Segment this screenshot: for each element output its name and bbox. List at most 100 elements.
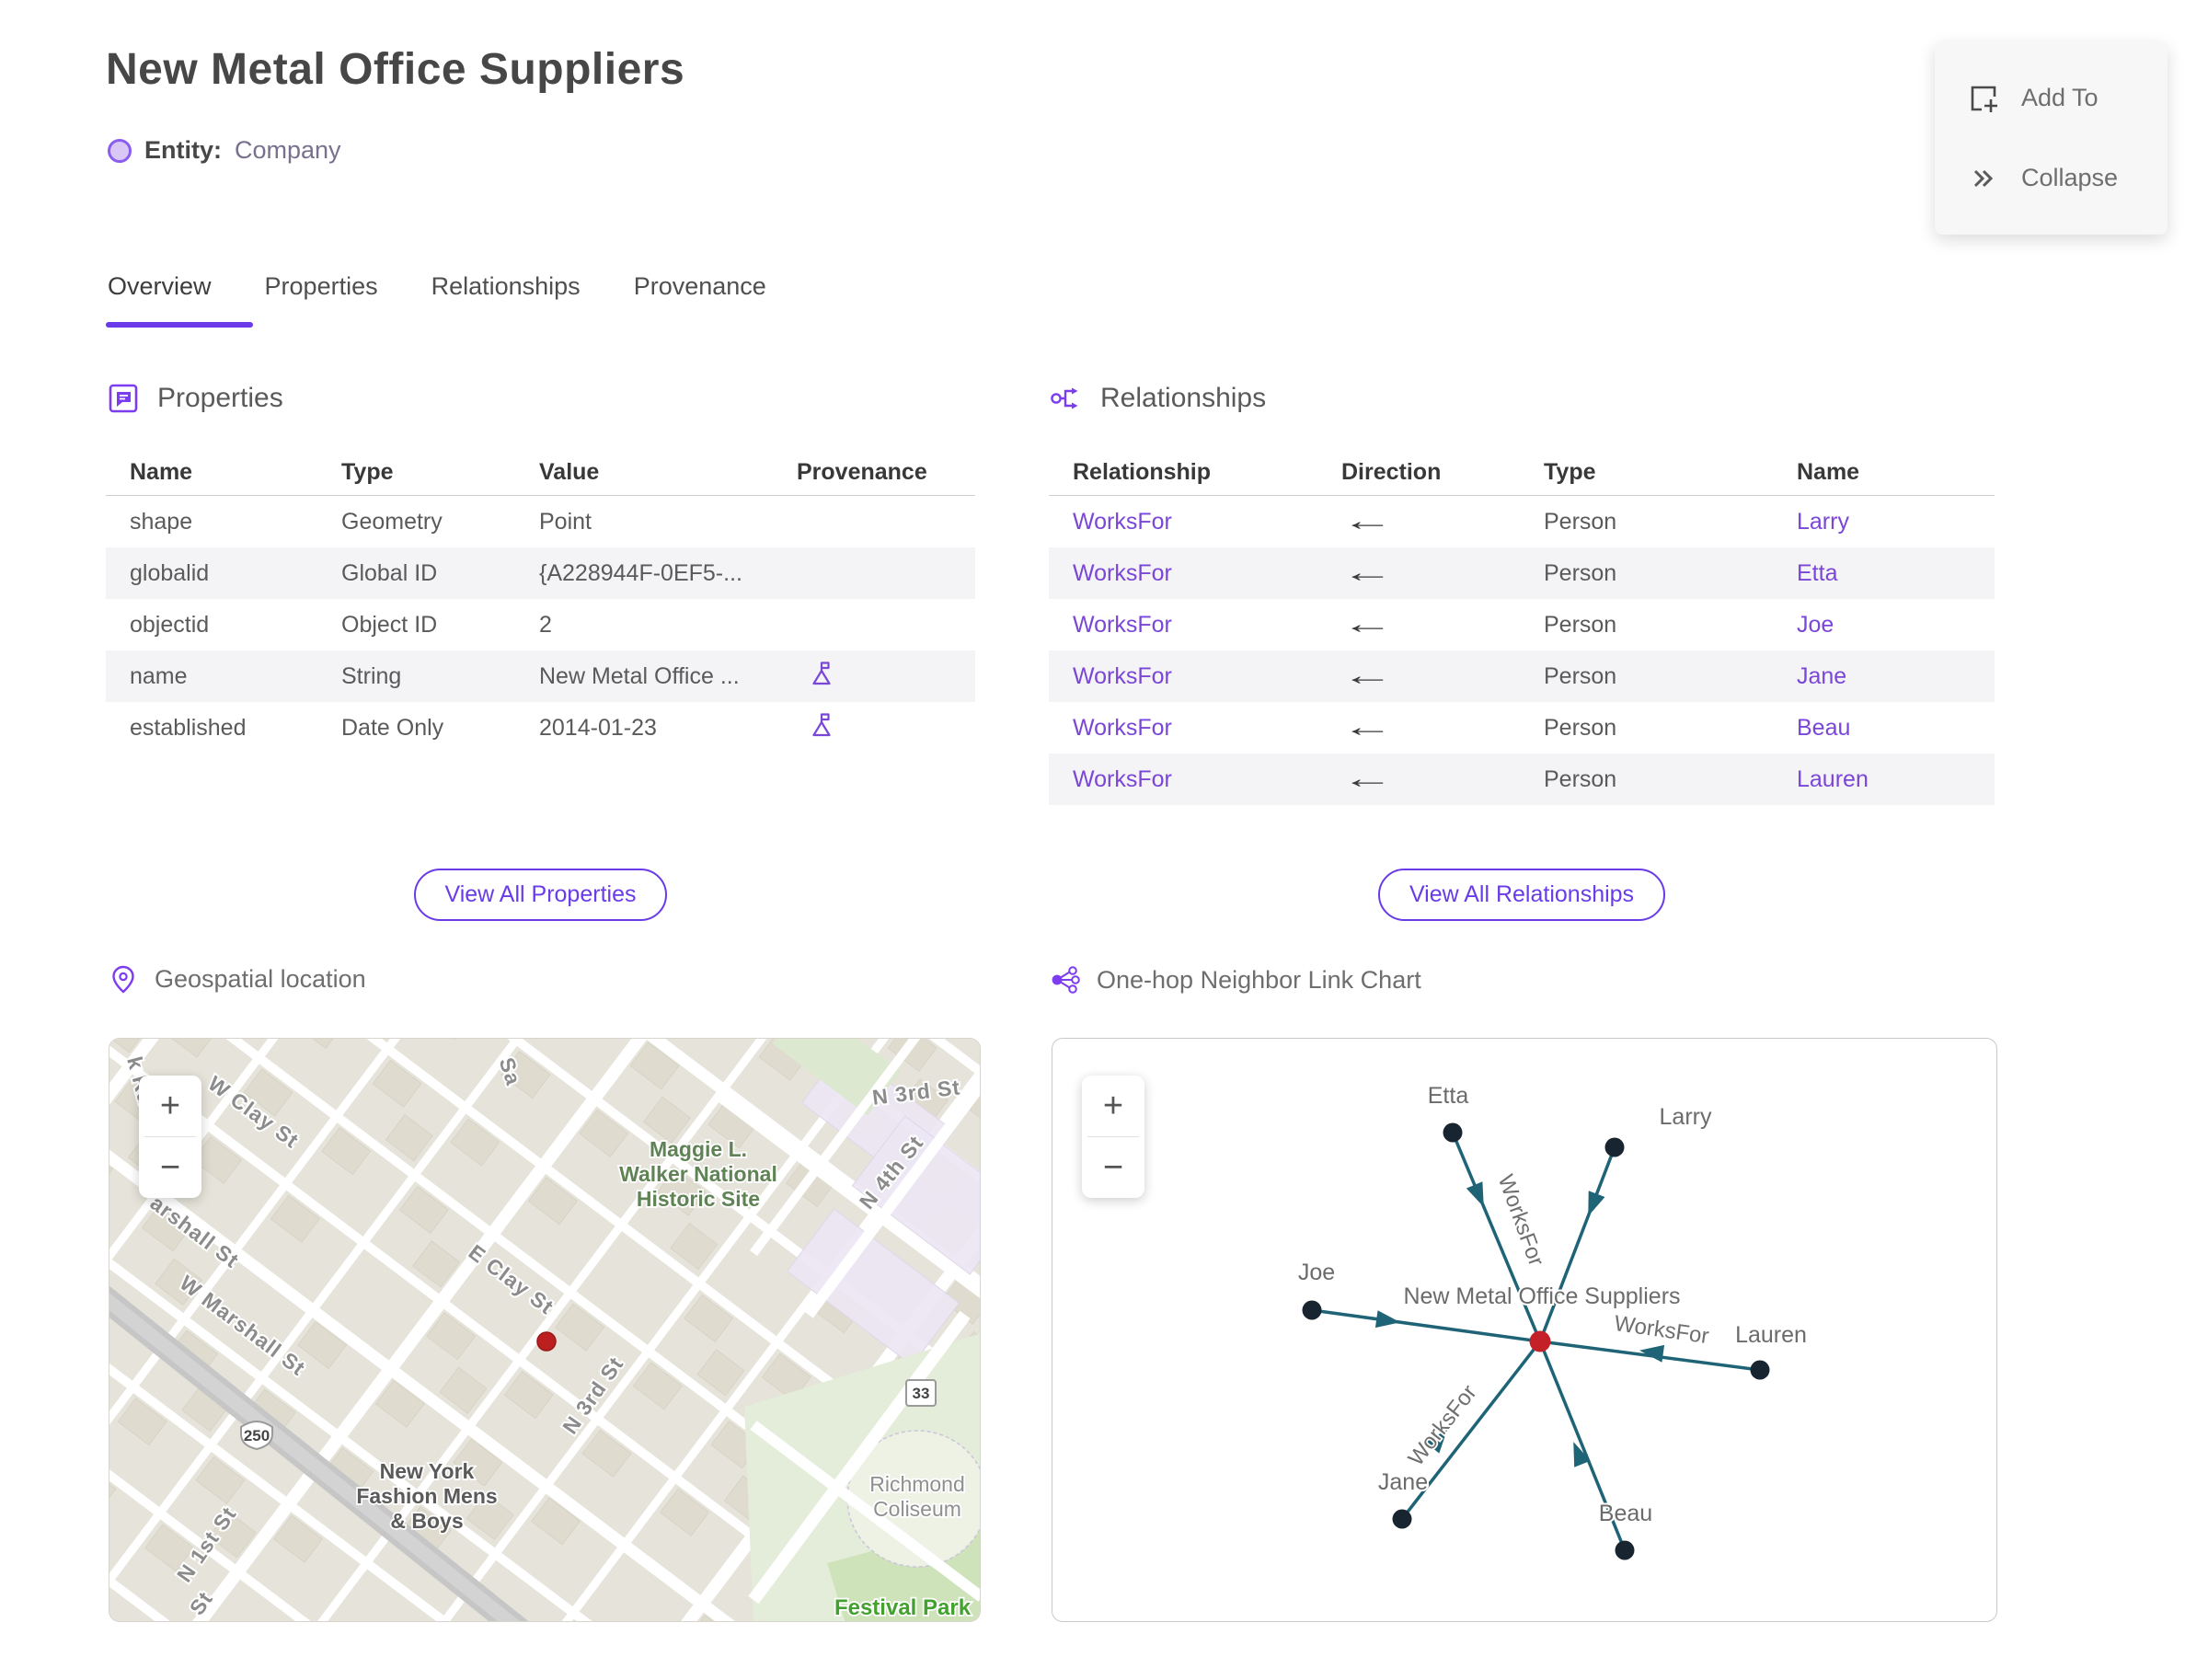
graph-node-label-Etta: Etta — [1428, 1083, 1469, 1109]
relationship-row-Joe: WorksFor ← Person Joe — [1049, 599, 1995, 650]
tab-properties[interactable]: Properties — [265, 272, 378, 319]
property-type: Object ID — [341, 611, 438, 638]
map-canvas[interactable]: 25033k RdW Clay StSaN 3rd StN 4th Starsh… — [109, 1039, 981, 1622]
properties-table-body: shape Geometry Point globalid Global ID {A228… — [106, 496, 975, 754]
graph-arrowhead — [1639, 1344, 1665, 1363]
graph-node-Joe[interactable] — [1302, 1300, 1322, 1320]
map-marker[interactable] — [536, 1331, 557, 1352]
route-shield-33: 33 — [905, 1379, 937, 1407]
relationship-row-Jane: WorksFor ← Person Jane — [1049, 650, 1995, 702]
collapse-label: Collapse — [2021, 164, 2119, 191]
col-relationship: Relationship — [1073, 458, 1212, 485]
property-row-established: established Date Only 2014-01-23 — [106, 702, 975, 754]
left-arrow-icon: ← — [1341, 609, 1394, 639]
relationship-type-link[interactable]: WorksFor — [1049, 560, 1317, 587]
relationship-name-link[interactable]: Beau — [1773, 715, 1995, 742]
relationship-type-link[interactable]: WorksFor — [1049, 612, 1317, 639]
relationships-section-header: Relationships — [1049, 381, 1266, 416]
relationship-direction: ← — [1317, 712, 1520, 743]
relationship-entity-type: Person — [1544, 611, 1617, 638]
relationship-name-link[interactable]: Larry — [1773, 509, 1995, 535]
entity-row: Entity: Company — [108, 136, 341, 165]
chart-zoom-in-button[interactable]: + — [1082, 1076, 1144, 1136]
add-to-button[interactable]: Add To — [1935, 81, 2168, 116]
chart-zoom-control: + − — [1082, 1076, 1144, 1198]
property-value: New Metal Office ... — [539, 662, 740, 689]
relationships-section-title: Relationships — [1100, 383, 1267, 413]
landmark-label: Fashion Mens — [356, 1484, 497, 1508]
graph-node-Lauren[interactable] — [1750, 1360, 1770, 1380]
relationship-row-Beau: WorksFor ← Person Beau — [1049, 702, 1995, 754]
graph-node-label-Jane: Jane — [1378, 1469, 1428, 1495]
map-zoom-in-button[interactable]: + — [139, 1076, 201, 1136]
left-arrow-icon: ← — [1341, 661, 1394, 691]
relationship-name-link[interactable]: Joe — [1773, 612, 1995, 639]
tab-relationships[interactable]: Relationships — [431, 272, 581, 319]
left-arrow-icon: ← — [1341, 712, 1394, 742]
graph-edge-label: WorksFor — [1493, 1171, 1549, 1270]
graph-node-center[interactable] — [1529, 1330, 1551, 1352]
landmark-label: & Boys — [390, 1509, 463, 1533]
geospatial-map[interactable]: 25033k RdW Clay StSaN 3rd StN 4th Starsh… — [109, 1038, 981, 1622]
relationship-type-link[interactable]: WorksFor — [1049, 509, 1317, 535]
graph-node-label-Joe: Joe — [1298, 1260, 1335, 1285]
double-chevron-right-icon — [1966, 161, 2001, 196]
property-type: Global ID — [341, 559, 438, 586]
property-value: 2014-01-23 — [539, 714, 657, 741]
property-name: name — [130, 662, 188, 689]
relationship-entity-type: Person — [1544, 559, 1617, 586]
landmark-label: Historic Site — [637, 1187, 760, 1211]
relationship-name-link[interactable]: Etta — [1773, 560, 1995, 587]
one-hop-link-chart[interactable]: Etta Larry Joe Lauren Jane Beau New Metal Offi… — [1052, 1038, 1997, 1622]
property-provenance[interactable] — [773, 711, 975, 745]
relationship-direction: ← — [1317, 506, 1520, 537]
map-zoom-out-button[interactable]: − — [139, 1137, 201, 1198]
left-arrow-icon: ← — [1341, 558, 1394, 588]
map-pin-icon — [109, 964, 138, 994]
property-row-name: name String New Metal Office ... — [106, 650, 975, 702]
chart-zoom-out-button[interactable]: − — [1082, 1137, 1144, 1198]
entity-type-dot-icon — [108, 138, 132, 163]
property-type: Geometry — [341, 508, 443, 535]
property-provenance[interactable] — [773, 660, 975, 694]
link-chart-canvas[interactable]: Etta Larry Joe Lauren Jane Beau New Metal Offi… — [1052, 1039, 1997, 1622]
actions-card: Add To Collapse — [1935, 41, 2168, 235]
landmark-label: Walker National — [619, 1162, 777, 1186]
relationship-type-link[interactable]: WorksFor — [1049, 663, 1317, 690]
graph-node-Jane[interactable] — [1392, 1509, 1412, 1529]
relationship-type-link[interactable]: WorksFor — [1049, 766, 1317, 793]
graph-edge-label: WorksFor — [1613, 1311, 1710, 1349]
relationship-entity-type: Person — [1544, 765, 1617, 792]
relationship-type-link[interactable]: WorksFor — [1049, 715, 1317, 742]
graph-node-Etta[interactable] — [1443, 1122, 1463, 1143]
relationship-name-link[interactable]: Lauren — [1773, 766, 1995, 793]
landmark-label: Coliseum — [873, 1497, 961, 1521]
col-provenance: Provenance — [797, 458, 927, 485]
properties-table-header: Name Type Value Provenance — [106, 449, 975, 496]
view-all-relationships-button[interactable]: View All Relationships — [1377, 869, 1666, 921]
relationship-name-link[interactable]: Jane — [1773, 663, 1995, 690]
tab-provenance[interactable]: Provenance — [634, 272, 766, 319]
graph-node-Beau[interactable] — [1615, 1540, 1635, 1560]
collapse-button[interactable]: Collapse — [1935, 161, 2168, 196]
property-row-objectid: objectid Object ID 2 — [106, 599, 975, 650]
provenance-flag-icon[interactable] — [808, 660, 835, 687]
properties-section-title: Properties — [157, 383, 283, 413]
map-zoom-control: + − — [139, 1076, 201, 1198]
geospatial-header: Geospatial location — [109, 964, 366, 994]
view-all-properties-button[interactable]: View All Properties — [413, 869, 668, 921]
view-all-relationships-wrap: View All Relationships — [1049, 869, 1995, 921]
relationship-row-Lauren: WorksFor ← Person Lauren — [1049, 754, 1995, 805]
graph-node-Larry[interactable] — [1604, 1137, 1625, 1157]
provenance-flag-icon[interactable] — [808, 711, 835, 739]
col-direction: Direction — [1341, 458, 1442, 485]
relationship-direction: ← — [1317, 609, 1520, 640]
active-tab-underline — [106, 322, 253, 328]
tab-overview[interactable]: Overview — [106, 272, 253, 328]
add-to-label: Add To — [2021, 84, 2099, 111]
property-value: 2 — [539, 611, 552, 638]
entity-detail-page: New Metal Office Suppliers Entity: Compa… — [0, 0, 2208, 1680]
geospatial-title: Geospatial location — [155, 964, 366, 993]
graph-edge-label: WorksFor — [1404, 1380, 1482, 1470]
relationship-entity-type: Person — [1544, 508, 1617, 535]
